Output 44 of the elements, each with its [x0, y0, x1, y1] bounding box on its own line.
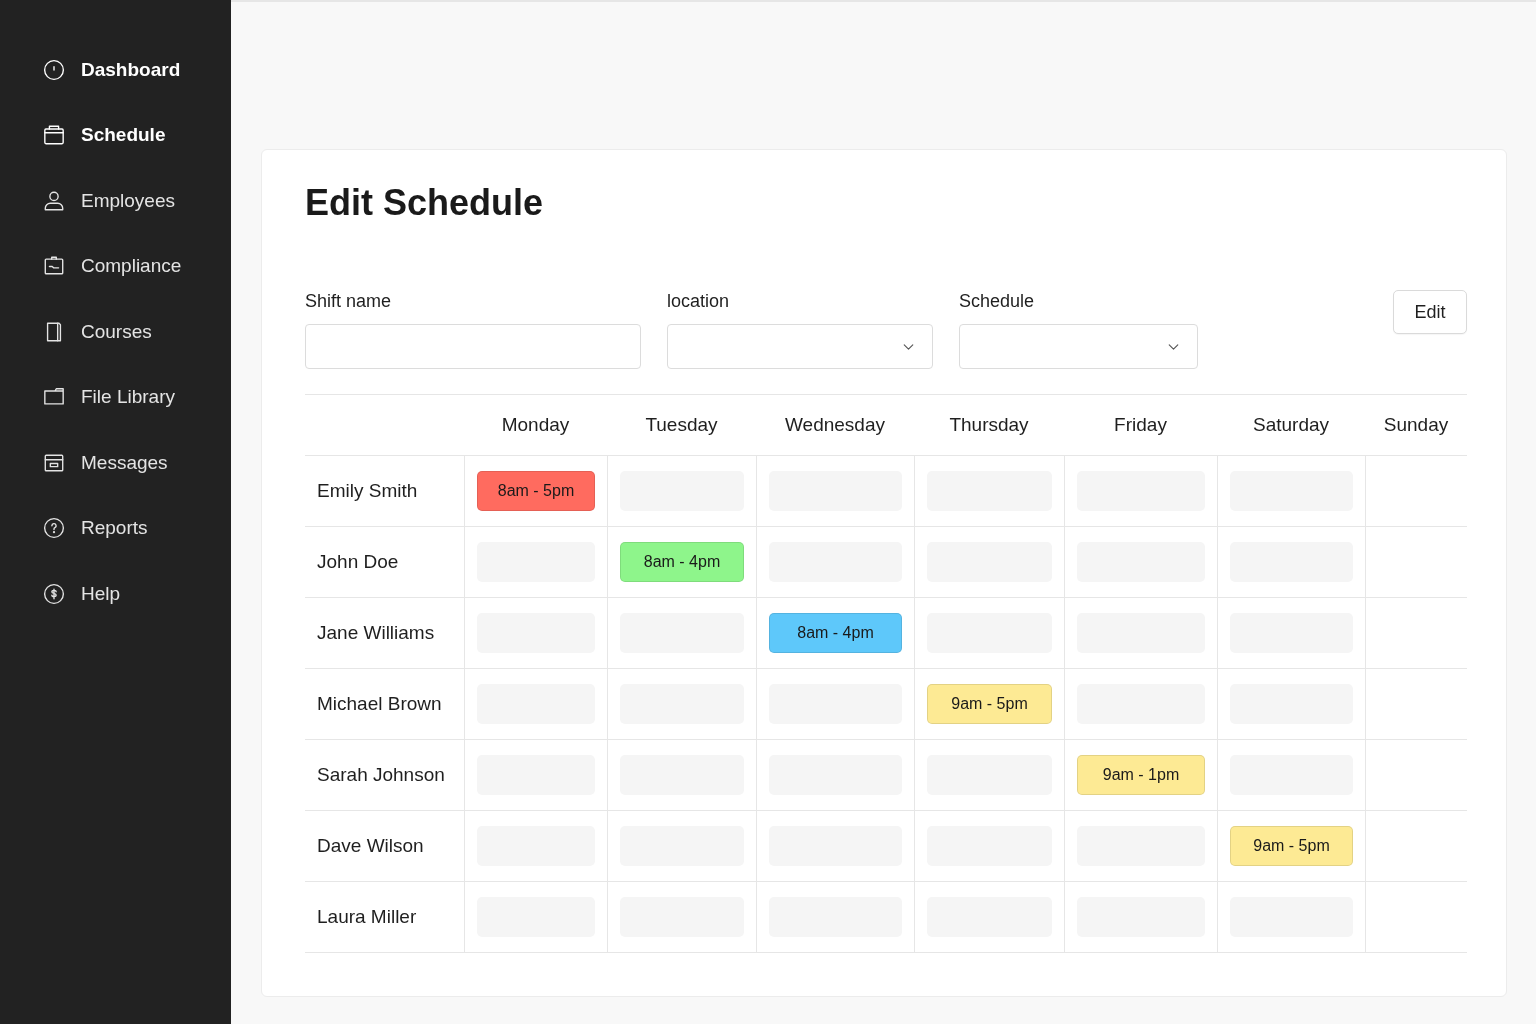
- nav-item[interactable]: Compliance: [0, 233, 231, 299]
- nav-item[interactable]: Employees: [0, 168, 231, 234]
- chevron-down-icon: [903, 343, 914, 350]
- column-header: Sunday: [1383, 412, 1449, 437]
- field-label: Schedule: [959, 290, 1035, 312]
- employee-name: John Doe: [317, 549, 399, 574]
- help-circle-icon: [43, 517, 65, 540]
- shift-block[interactable]: 9am - 5pm: [1230, 826, 1353, 866]
- shift-block[interactable]: 9am - 5pm: [927, 684, 1052, 724]
- employee-name: Laura Miller: [317, 904, 417, 929]
- nav-item[interactable]: Reports: [0, 495, 231, 561]
- nav-item[interactable]: Messages: [0, 430, 231, 496]
- nav-item[interactable]: File Library: [0, 364, 231, 430]
- circle-icon: [43, 58, 65, 81]
- user-icon: [43, 189, 65, 212]
- field-label: Shift name: [305, 290, 392, 312]
- shift-block[interactable]: 8am - 4pm: [620, 542, 744, 582]
- field-label: location: [667, 290, 730, 312]
- employee-name: Dave Wilson: [317, 833, 424, 858]
- employee-name: Sarah Johnson: [317, 762, 445, 787]
- column-header: Thursday: [949, 412, 1029, 437]
- column-header: Monday: [501, 412, 570, 437]
- shift-block[interactable]: 9am - 1pm: [1077, 755, 1205, 795]
- shift-block[interactable]: 8am - 5pm: [477, 471, 595, 511]
- nav-item[interactable]: Courses: [0, 299, 231, 365]
- column-header: Saturday: [1252, 412, 1329, 437]
- employee-name: Michael Brown: [317, 691, 442, 716]
- dollar-circle-icon: [43, 582, 65, 605]
- page-title: Edit Schedule: [305, 183, 545, 223]
- briefcase-icon: [43, 124, 65, 147]
- nav-item[interactable]: Dashboard: [0, 37, 231, 103]
- column-header: Friday: [1114, 412, 1167, 437]
- chevron-down-icon: [1168, 343, 1179, 350]
- employee-name: Emily Smith: [317, 478, 418, 503]
- column-header: Wednesday: [785, 412, 885, 437]
- column-header: Tuesday: [645, 412, 718, 437]
- shift-block[interactable]: 8am - 4pm: [769, 613, 902, 653]
- dropdown-select[interactable]: [959, 324, 1198, 369]
- edit-button[interactable]: Edit: [1393, 290, 1467, 334]
- employee-name: Jane Williams: [317, 620, 435, 645]
- nav-item[interactable]: Schedule: [0, 102, 231, 168]
- nav-item[interactable]: Help: [0, 561, 231, 627]
- dropdown-select[interactable]: [667, 324, 933, 369]
- text-input[interactable]: [305, 324, 641, 369]
